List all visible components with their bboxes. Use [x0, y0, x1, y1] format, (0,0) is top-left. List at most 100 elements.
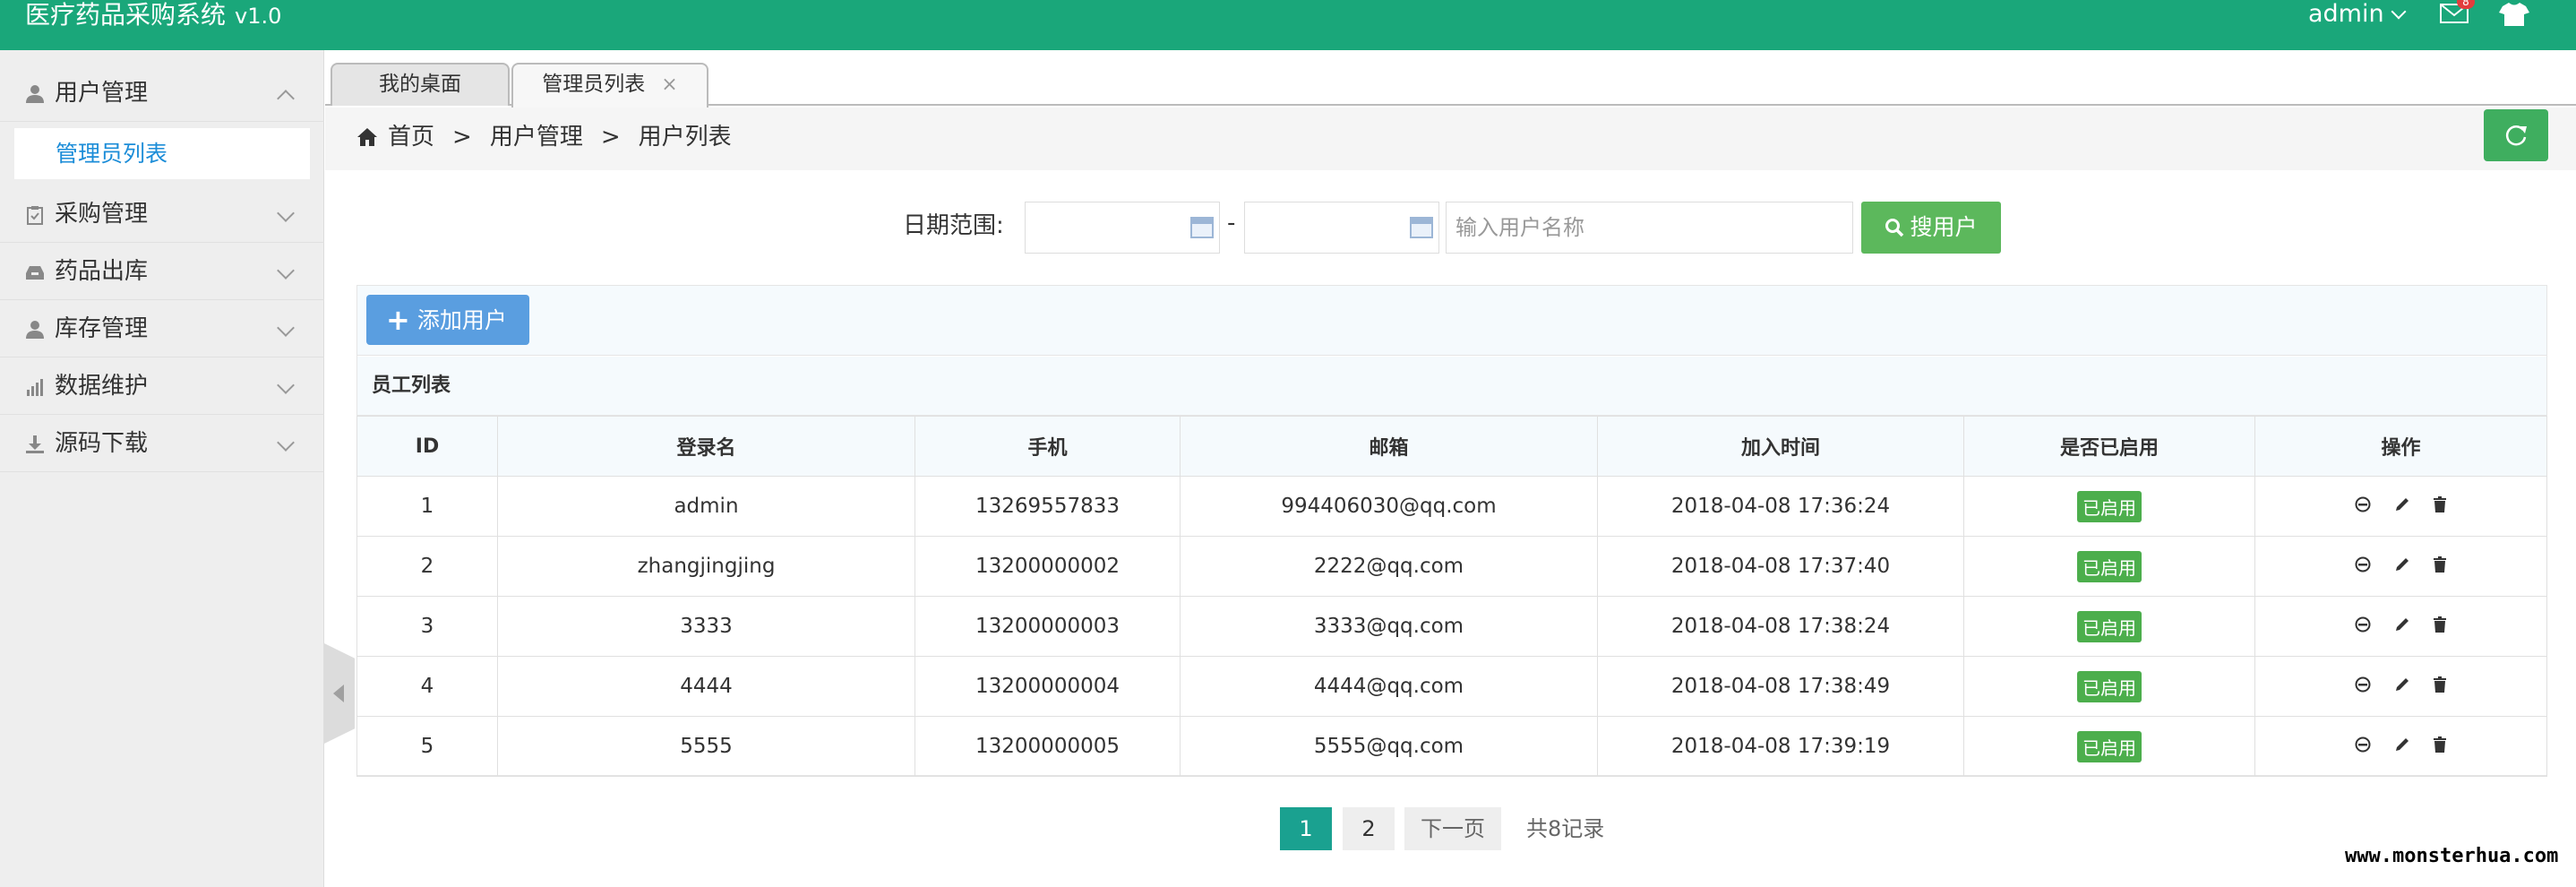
breadcrumb: 首页 > 用户管理 > 用户列表: [357, 108, 732, 167]
sidebar-item-user-management[interactable]: 用户管理: [0, 65, 324, 122]
cell-login: 3333: [497, 596, 915, 657]
chevron-up-icon: [277, 90, 295, 108]
search-icon: [1885, 219, 1904, 237]
plus-icon: +: [386, 303, 410, 337]
sidebar: 用户管理 管理员列表 采购管理 药品出库 库存管理 数据维护 源码下载: [0, 50, 324, 887]
breadcrumb-separator: >: [452, 124, 472, 151]
disable-icon[interactable]: [2355, 615, 2371, 638]
cell-status: 已启用: [1963, 716, 2255, 777]
cell-status: 已启用: [1963, 596, 2255, 657]
chevron-down-icon: [2391, 4, 2407, 20]
cell-status: 已启用: [1963, 476, 2255, 537]
cell-email: 5555@qq.com: [1180, 716, 1598, 777]
table-row: 3 3333 13200000003 3333@qq.com 2018-04-0…: [356, 596, 2547, 657]
chevron-down-icon: [277, 204, 295, 222]
disable-icon[interactable]: [2355, 495, 2371, 518]
tab-my-desktop[interactable]: 我的桌面: [331, 63, 510, 106]
trash-icon[interactable]: [2433, 675, 2447, 698]
page-1-button[interactable]: 1: [1280, 807, 1332, 850]
table-header-row: ID 登录名 手机 邮箱 加入时间 是否已启用 操作: [356, 416, 2547, 477]
cell-actions: [2254, 476, 2547, 537]
breadcrumb-home[interactable]: 首页: [388, 124, 434, 151]
trash-icon[interactable]: [2433, 615, 2447, 638]
chevron-down-icon: [277, 434, 295, 452]
refresh-button[interactable]: [2484, 109, 2548, 161]
date-range-separator: -: [1227, 210, 1236, 237]
cell-joined: 2018-04-08 17:38:49: [1597, 656, 1964, 717]
shirt-icon[interactable]: [2499, 2, 2529, 27]
edit-icon[interactable]: [2394, 735, 2410, 758]
cell-phone: 13200000003: [914, 596, 1181, 657]
tab-label: 管理员列表: [542, 73, 646, 96]
table-row: 5 5555 13200000005 5555@qq.com 2018-04-0…: [356, 716, 2547, 777]
table-row: 4 4444 13200000004 4444@qq.com 2018-04-0…: [356, 656, 2547, 717]
trash-icon[interactable]: [2433, 495, 2447, 518]
disable-icon[interactable]: [2355, 555, 2371, 578]
edit-icon[interactable]: [2394, 555, 2410, 578]
add-user-button[interactable]: + 添加用户: [366, 295, 529, 345]
cell-email: 2222@qq.com: [1180, 536, 1598, 597]
disable-icon[interactable]: [2355, 675, 2371, 698]
employee-panel: + 添加用户 员工列表 ID 登录名 手机 邮箱 加入时间 是否已启用 操作 1 …: [356, 285, 2547, 777]
cell-joined: 2018-04-08 17:36:24: [1597, 476, 1964, 537]
start-date-field[interactable]: [1025, 202, 1220, 254]
column-header-id[interactable]: ID: [356, 416, 498, 477]
cell-actions: [2254, 656, 2547, 717]
app-version: v1.0: [235, 4, 282, 29]
chevron-down-icon: [277, 376, 295, 394]
trash-icon[interactable]: [2433, 555, 2447, 578]
sidebar-item-drug-outbound[interactable]: 药品出库: [0, 243, 324, 300]
edit-icon[interactable]: [2394, 615, 2410, 638]
disable-icon[interactable]: [2355, 735, 2371, 758]
watermark: www.monsterhua.com: [2345, 845, 2559, 867]
cell-phone: 13200000004: [914, 656, 1181, 717]
bar-chart-icon: [27, 379, 43, 396]
username-search-input[interactable]: 输入用户名称: [1446, 202, 1853, 254]
status-badge: 已启用: [2077, 550, 2142, 582]
sidebar-item-source-download[interactable]: 源码下载: [0, 415, 324, 472]
search-button-label: 搜用户: [1910, 214, 1978, 240]
sidebar-item-data-maintenance[interactable]: 数据维护: [0, 357, 324, 415]
app-title-text: 医疗药品采购系统: [25, 0, 227, 30]
column-header-email[interactable]: 邮箱: [1180, 416, 1598, 477]
breadcrumb-user-management[interactable]: 用户管理: [490, 124, 583, 151]
sidebar-collapse-handle[interactable]: [324, 643, 355, 744]
cell-actions: [2254, 536, 2547, 597]
search-user-button[interactable]: 搜用户: [1861, 202, 2001, 254]
cell-id: 4: [356, 656, 498, 717]
cell-email: 994406030@qq.com: [1180, 476, 1598, 537]
column-header-login[interactable]: 登录名: [497, 416, 915, 477]
cell-joined: 2018-04-08 17:37:40: [1597, 536, 1964, 597]
tab-admin-list[interactable]: 管理员列表 ×: [511, 63, 708, 108]
sidebar-item-purchase-management[interactable]: 采购管理: [0, 185, 324, 243]
cell-status: 已启用: [1963, 656, 2255, 717]
cell-email: 4444@qq.com: [1180, 656, 1598, 717]
cell-login: zhangjingjing: [497, 536, 915, 597]
edit-icon[interactable]: [2394, 495, 2410, 518]
sidebar-item-inventory-management[interactable]: 库存管理: [0, 300, 324, 357]
cell-id: 1: [356, 476, 498, 537]
clipboard-icon: [27, 206, 43, 225]
end-date-field[interactable]: [1244, 202, 1439, 254]
date-range-label: 日期范围:: [903, 212, 1004, 239]
trash-icon[interactable]: [2433, 735, 2447, 758]
page-2-button[interactable]: 2: [1343, 807, 1395, 850]
user-menu[interactable]: admin: [2308, 0, 2407, 29]
tab-bar: 我的桌面 管理员列表 ×: [325, 50, 2576, 108]
sidebar-item-label: 采购管理: [55, 201, 149, 228]
cell-login: 5555: [497, 716, 915, 777]
column-header-joined[interactable]: 加入时间: [1597, 416, 1964, 477]
cell-phone: 13200000002: [914, 536, 1181, 597]
column-header-enabled[interactable]: 是否已启用: [1963, 416, 2255, 477]
edit-icon[interactable]: [2394, 675, 2410, 698]
home-icon: [357, 128, 377, 146]
status-badge: 已启用: [2077, 490, 2142, 522]
cell-login: 4444: [497, 656, 915, 717]
mail-badge: 8: [2457, 0, 2475, 9]
status-badge: 已启用: [2077, 730, 2142, 762]
close-icon[interactable]: ×: [661, 73, 677, 96]
sidebar-item-label: 用户管理: [55, 80, 149, 107]
column-header-phone[interactable]: 手机: [914, 416, 1181, 477]
sidebar-subitem-admin-list[interactable]: 管理员列表: [14, 128, 310, 179]
next-page-button[interactable]: 下一页: [1404, 807, 1501, 850]
